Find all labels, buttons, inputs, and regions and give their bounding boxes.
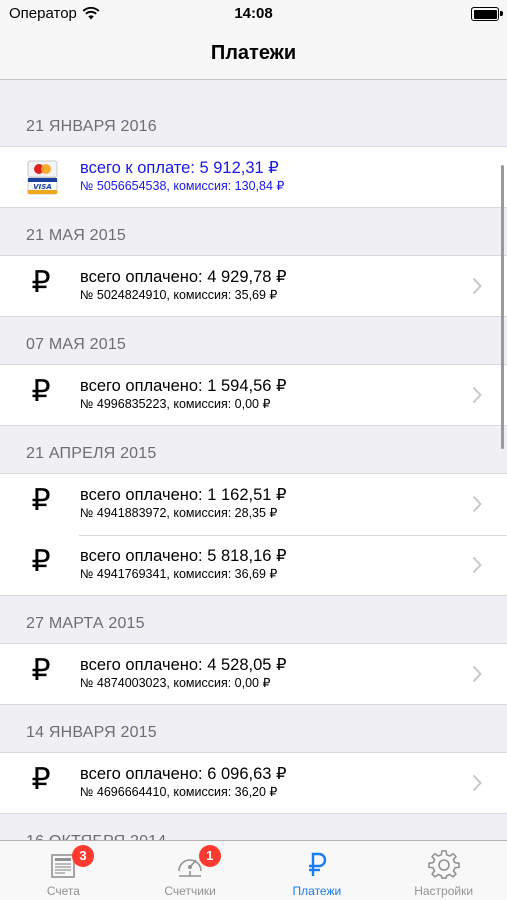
- payment-row[interactable]: ₽ всего оплачено: 1 594,56 ₽ № 499683522…: [0, 365, 507, 426]
- payments-list[interactable]: 21 ЯНВАРЯ 2016 VISA всего к оплате: 5 91…: [0, 81, 507, 840]
- ruble-icon: ₽: [31, 484, 51, 517]
- payment-texts: всего к оплате: 5 912,31 ₽ № 5056654538,…: [80, 158, 284, 195]
- payment-details: № 4941769341, комиссия: 36,69 ₽: [80, 567, 278, 581]
- tab-label: Настройки: [414, 884, 474, 898]
- tab-meters[interactable]: Счетчики 1: [127, 841, 254, 900]
- section-header: 14 ЯНВАРЯ 2015: [0, 705, 507, 753]
- navigation-bar: Платежи: [0, 28, 507, 80]
- chevron-right-icon: [472, 495, 482, 513]
- section-header: 16 ОКТЯБРЯ 2014: [0, 814, 507, 840]
- payment-details: № 4941883972, комиссия: 28,35 ₽: [80, 506, 278, 520]
- chevron-right-icon: [472, 556, 482, 574]
- tab-label: Счета: [46, 884, 80, 898]
- ruble-icon: ₽: [31, 266, 51, 299]
- section-header: 27 МАРТА 2015: [0, 596, 507, 644]
- payment-texts: всего оплачено: 1 162,51 ₽ № 4941883972,…: [80, 485, 287, 522]
- payment-texts: всего оплачено: 5 818,16 ₽ № 4941769341,…: [80, 546, 287, 583]
- ruble-icon: ₽: [31, 545, 51, 578]
- card-icon: VISA: [27, 160, 58, 195]
- ruble-icon: ₽: [31, 654, 51, 687]
- payment-details: № 5056654538, комиссия: 130,84 ₽: [80, 179, 285, 193]
- payment-row[interactable]: ₽ всего оплачено: 6 096,63 ₽ № 469666441…: [0, 753, 507, 814]
- section-header: 07 МАЯ 2015: [0, 317, 507, 365]
- tab-label: Платежи: [292, 884, 342, 898]
- gear-icon: [427, 850, 460, 879]
- ruble-icon: ₽: [31, 375, 51, 408]
- tab-settings[interactable]: Настройки: [380, 841, 507, 900]
- status-bar: Оператор 14:08: [0, 0, 507, 28]
- page-title: Платежи: [210, 42, 297, 64]
- status-time: 14:08: [234, 5, 273, 22]
- chevron-right-icon: [472, 665, 482, 683]
- notification-badge: 3: [72, 845, 94, 867]
- tab-bills[interactable]: Счета 3: [0, 841, 127, 900]
- payment-total: всего оплачено: 5 818,16 ₽: [80, 547, 287, 565]
- payment-texts: всего оплачено: 1 594,56 ₽ № 4996835223,…: [80, 376, 287, 413]
- payment-row[interactable]: ₽ всего оплачено: 5 818,16 ₽ № 494176934…: [0, 535, 507, 596]
- ruble-icon: [308, 852, 327, 876]
- section-header: 21 МАЯ 2015: [0, 208, 507, 256]
- payment-total: всего оплачено: 4 929,78 ₽: [80, 268, 287, 286]
- tab-bar: Счета 3 Счетчики 1 Платежи Настройки: [0, 840, 507, 900]
- ruble-icon: ₽: [31, 763, 51, 796]
- scrollbar[interactable]: [501, 165, 504, 449]
- battery-icon: [471, 7, 503, 21]
- payment-row[interactable]: ₽ всего оплачено: 4 528,05 ₽ № 487400302…: [0, 644, 507, 705]
- payment-total: всего оплачено: 4 528,05 ₽: [80, 656, 287, 674]
- payment-row[interactable]: ₽ всего оплачено: 4 929,78 ₽ № 502482491…: [0, 256, 507, 317]
- payment-details: № 4696664410, комиссия: 36,20 ₽: [80, 785, 278, 799]
- payment-details: № 5024824910, комиссия: 35,69 ₽: [80, 288, 278, 302]
- chevron-right-icon: [472, 277, 482, 295]
- payment-details: № 4874003023, комиссия: 0,00 ₽: [80, 676, 271, 690]
- payment-row[interactable]: VISA всего к оплате: 5 912,31 ₽ № 505665…: [0, 147, 507, 208]
- tab-label: Счетчики: [164, 884, 216, 898]
- payment-total: всего оплачено: 1 162,51 ₽: [80, 486, 287, 504]
- payment-total: всего к оплате: 5 912,31 ₽: [80, 159, 279, 177]
- payment-texts: всего оплачено: 6 096,63 ₽ № 4696664410,…: [80, 764, 287, 801]
- payment-texts: всего оплачено: 4 929,78 ₽ № 5024824910,…: [80, 267, 287, 304]
- tab-payments[interactable]: Платежи: [254, 841, 381, 900]
- notification-badge: 1: [198, 845, 221, 867]
- payment-row[interactable]: ₽ всего оплачено: 1 162,51 ₽ № 494188397…: [0, 474, 507, 535]
- svg-text:VISA: VISA: [33, 183, 51, 191]
- payments-screen: Оператор 14:08 Платежи 21 ЯНВАРЯ 2016 VI…: [0, 0, 507, 900]
- payment-total: всего оплачено: 1 594,56 ₽: [80, 377, 287, 395]
- chevron-right-icon: [472, 774, 482, 792]
- section-header: 21 АПРЕЛЯ 2015: [0, 426, 507, 474]
- section-header: 21 ЯНВАРЯ 2016: [0, 81, 507, 147]
- payment-texts: всего оплачено: 4 528,05 ₽ № 4874003023,…: [80, 655, 287, 692]
- chevron-right-icon: [472, 386, 482, 404]
- payment-details: № 4996835223, комиссия: 0,00 ₽: [80, 397, 271, 411]
- payment-total: всего оплачено: 6 096,63 ₽: [80, 765, 287, 783]
